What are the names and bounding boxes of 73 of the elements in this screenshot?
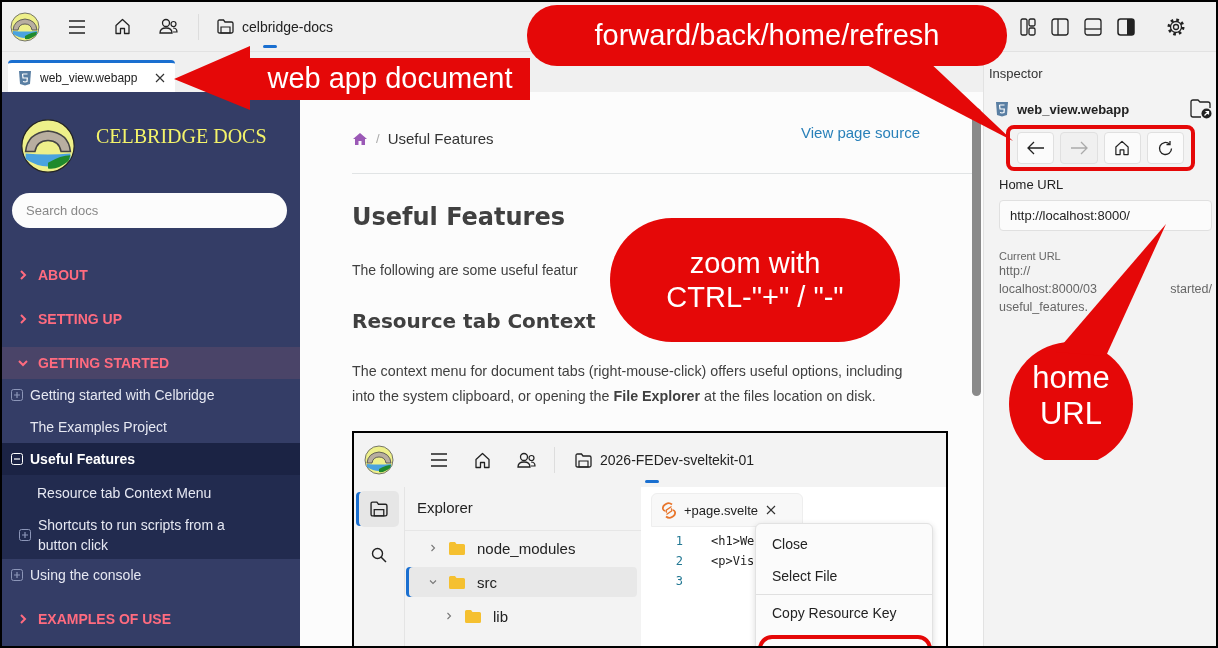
breadcrumb-current: Useful Features bbox=[387, 130, 494, 147]
close-icon[interactable] bbox=[155, 72, 166, 83]
left-panel-icon[interactable] bbox=[1051, 17, 1069, 36]
folder-icon bbox=[217, 19, 234, 34]
nav-item[interactable]: Useful Features bbox=[2, 443, 300, 475]
nav-item[interactable]: Resource tab Context Menu bbox=[2, 475, 300, 511]
code-text: <p>Vis bbox=[711, 554, 755, 568]
page-heading: Useful Features bbox=[352, 202, 565, 233]
project-name: 2026-FEDev-sveltekit-01 bbox=[600, 452, 755, 468]
folder-icon bbox=[449, 575, 465, 589]
section-heading: Resource tab Context bbox=[352, 308, 596, 335]
callout: web app document bbox=[174, 44, 530, 110]
refresh-icon bbox=[1156, 139, 1174, 157]
url-text: http:// bbox=[999, 263, 1031, 280]
folder-icon[interactable] bbox=[1190, 99, 1212, 119]
tree-item: node_modules bbox=[409, 533, 637, 563]
people-icon[interactable] bbox=[159, 18, 178, 35]
url-text: started/ bbox=[1170, 281, 1212, 298]
home-icon bbox=[1114, 140, 1131, 156]
tree-item: lib bbox=[409, 601, 637, 631]
panel-title: Inspector bbox=[989, 65, 1044, 83]
html5-icon bbox=[995, 101, 1009, 117]
right-panel-icon[interactable] bbox=[1117, 17, 1135, 36]
url-text: useful_features. bbox=[999, 299, 1088, 316]
celbridge-logo[interactable] bbox=[20, 118, 76, 174]
search-icon bbox=[371, 547, 387, 563]
refresh-button[interactable] bbox=[1146, 132, 1184, 164]
site-title[interactable]: CELBRIDGE DOCS bbox=[96, 125, 267, 148]
nav-section[interactable]: EXAMPLES OF USE bbox=[2, 603, 300, 635]
menu-icon bbox=[430, 453, 448, 467]
home-icon[interactable] bbox=[114, 18, 131, 35]
home-icon bbox=[474, 451, 491, 469]
line-number: 3 bbox=[674, 574, 683, 588]
close-icon bbox=[766, 505, 777, 515]
tree-item: src bbox=[409, 567, 637, 597]
folder-icon bbox=[370, 501, 388, 517]
breadcrumb-separator: / bbox=[376, 131, 380, 146]
field-label: Home URL bbox=[999, 177, 1065, 192]
folder-icon bbox=[449, 541, 465, 555]
back-icon bbox=[1026, 141, 1045, 155]
callout: zoom with CTRL-"+" / "-" bbox=[610, 218, 900, 342]
line-number: 2 bbox=[674, 554, 683, 568]
folder-icon bbox=[575, 452, 592, 468]
intro-text: The following are some useful featur bbox=[352, 261, 578, 280]
nav-item[interactable]: Shortcuts to run scripts from a button click bbox=[2, 511, 300, 559]
html5-icon bbox=[18, 69, 32, 86]
menu-icon[interactable] bbox=[68, 19, 86, 34]
back-button[interactable] bbox=[1017, 132, 1055, 164]
bottom-panel-icon[interactable] bbox=[1084, 17, 1102, 36]
nav-section[interactable]: ABOUT bbox=[2, 259, 300, 291]
url-text: localhost:8000/03 bbox=[999, 281, 1097, 298]
app-logo[interactable] bbox=[10, 11, 40, 42]
people-icon bbox=[517, 451, 536, 469]
forward-icon bbox=[1069, 141, 1088, 155]
home-url-field[interactable]: http://localhost:8000/ bbox=[999, 200, 1212, 231]
app-logo bbox=[364, 445, 394, 475]
svelte-icon bbox=[662, 501, 676, 519]
search-field[interactable]: Search docs bbox=[12, 193, 287, 228]
home-button[interactable] bbox=[1103, 132, 1141, 164]
nav-item[interactable]: Getting started with Celbridge bbox=[2, 379, 300, 411]
nav-item[interactable]: The Examples Project bbox=[2, 411, 300, 443]
layout-icon[interactable] bbox=[1020, 17, 1036, 36]
view-source-link[interactable]: View page source bbox=[801, 118, 920, 141]
folder-icon bbox=[465, 609, 481, 623]
paragraph: The context menu for document tabs (right-mouse-click) offers useful options, including into the system clipboard, or opening the File Explorer at the files location on disk. bbox=[352, 362, 904, 406]
field-label: Current URL bbox=[999, 250, 1062, 262]
nav-section[interactable]: SETTING UP bbox=[2, 303, 300, 335]
document-tab[interactable]: web_view.webapp bbox=[8, 60, 176, 92]
nav-item[interactable]: Using the console bbox=[2, 559, 300, 591]
settings-icon[interactable] bbox=[1166, 16, 1186, 37]
line-number: 1 bbox=[674, 534, 683, 548]
code-text: <h1>We bbox=[711, 534, 755, 548]
file-name: web_view.webapp bbox=[1017, 101, 1131, 117]
